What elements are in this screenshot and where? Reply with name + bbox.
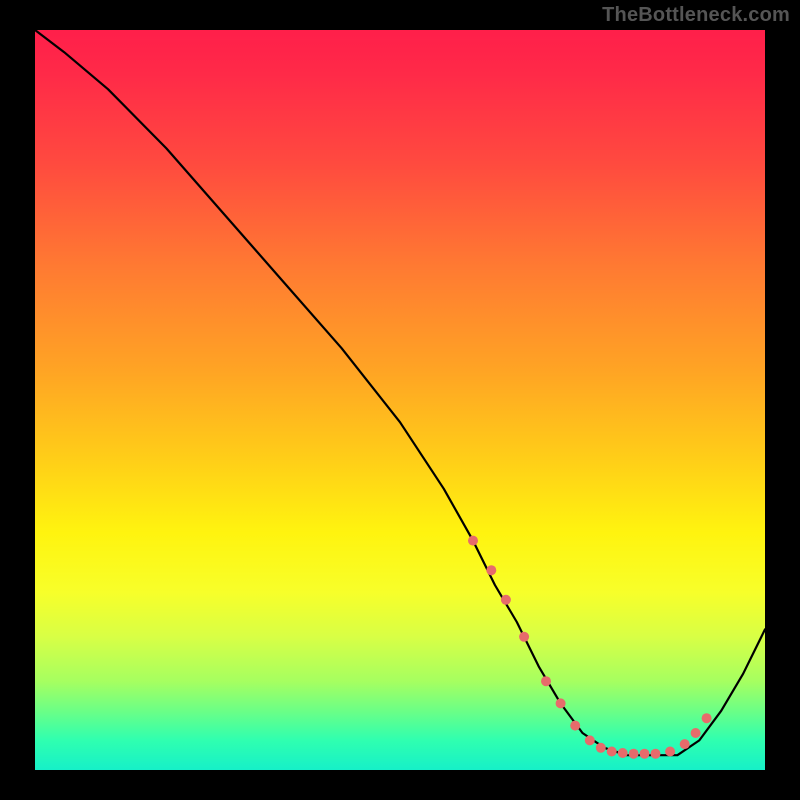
curve-markers [468,536,712,759]
chart-frame: TheBottleneck.com [0,0,800,800]
watermark-text: TheBottleneck.com [602,4,790,27]
curve-marker-dot [541,676,551,686]
bottleneck-curve [35,30,765,770]
curve-marker-dot [607,747,617,757]
curve-marker-dot [596,743,606,753]
curve-marker-dot [691,728,701,738]
curve-path [35,30,765,755]
curve-marker-dot [651,749,661,759]
curve-marker-dot [640,749,650,759]
curve-marker-dot [680,739,690,749]
plot-area [35,30,765,770]
curve-marker-dot [519,632,529,642]
curve-marker-dot [501,595,511,605]
curve-marker-dot [570,721,580,731]
curve-marker-dot [618,748,628,758]
curve-marker-dot [556,698,566,708]
curve-marker-dot [629,749,639,759]
curve-marker-dot [665,747,675,757]
curve-marker-dot [486,565,496,575]
curve-marker-dot [468,536,478,546]
curve-marker-dot [702,713,712,723]
curve-marker-dot [585,735,595,745]
